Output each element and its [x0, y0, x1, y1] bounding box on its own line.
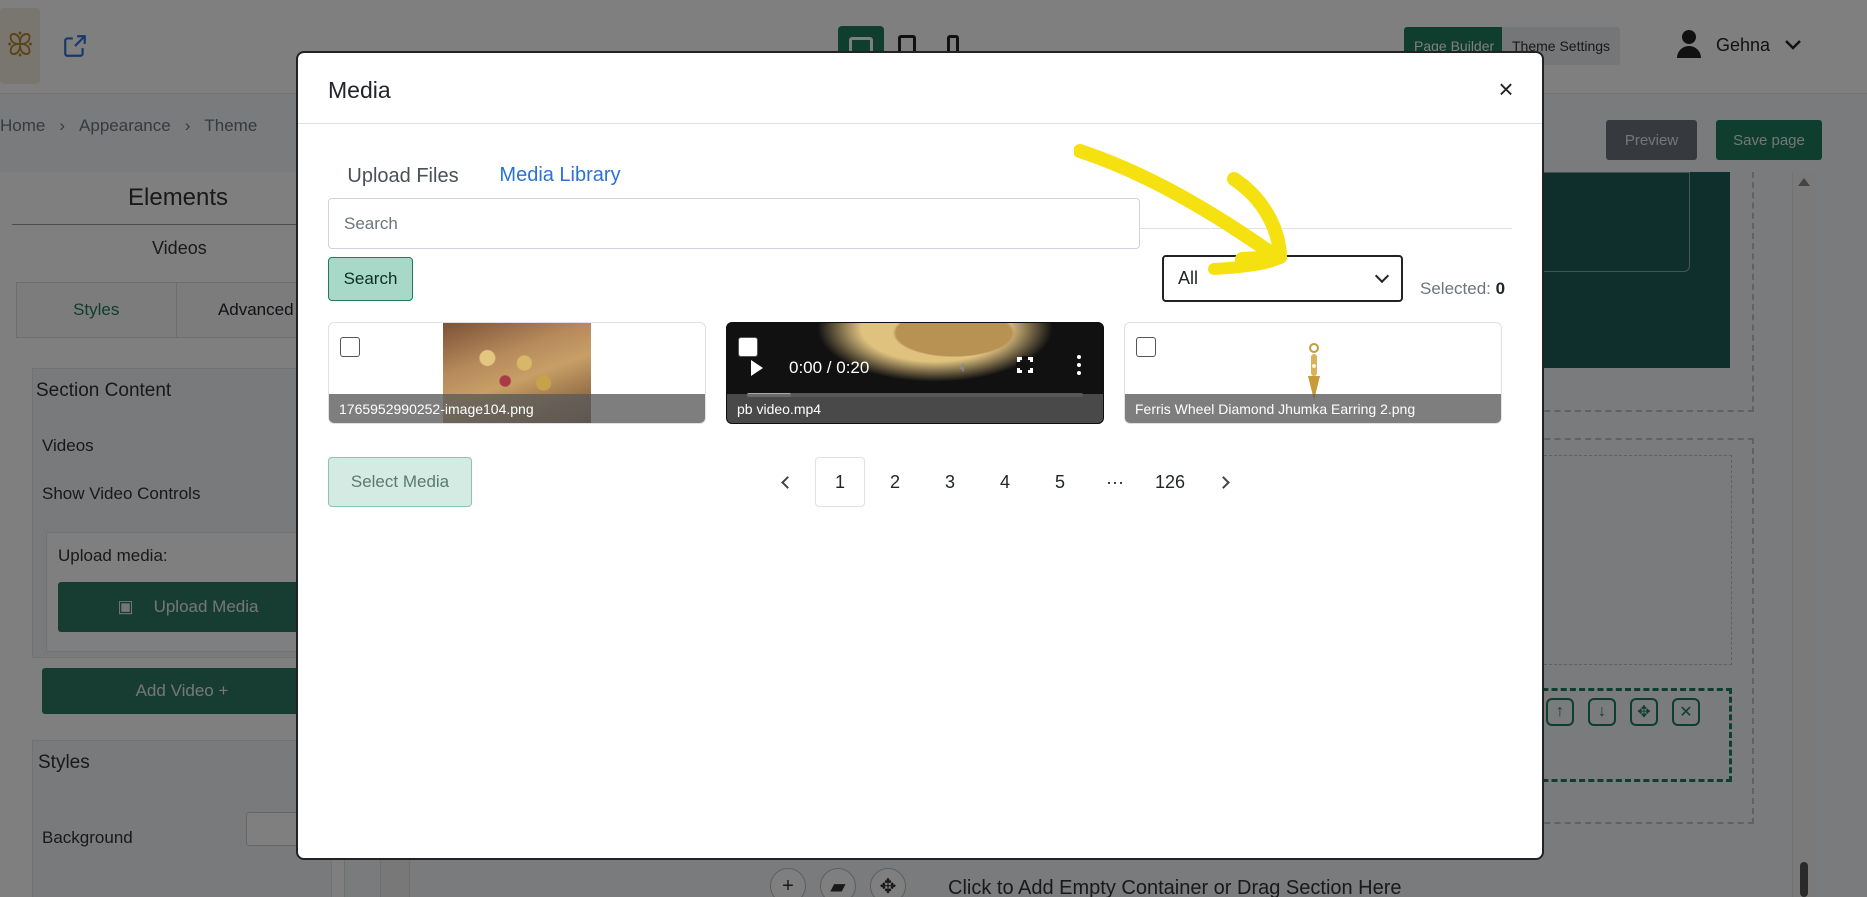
page-2-button[interactable]: 2 — [870, 457, 920, 507]
page-3-button[interactable]: 3 — [925, 457, 975, 507]
media-item[interactable]: Ferris Wheel Diamond Jhumka Earring 2.pn… — [1124, 322, 1502, 424]
media-item-name: pb video.mp4 — [727, 394, 1103, 423]
media-type-select[interactable]: All — [1162, 255, 1403, 302]
pagination: 1 2 3 4 5 ··· 126 — [760, 457, 1255, 507]
media-grid: 1765952990252-image104.png 0:00 / 0:20 🔈… — [328, 322, 1512, 424]
page-4-button[interactable]: 4 — [980, 457, 1030, 507]
media-item-checkbox[interactable] — [1136, 337, 1156, 357]
search-input[interactable] — [328, 198, 1140, 249]
media-item[interactable]: 1765952990252-image104.png — [328, 322, 706, 424]
close-icon[interactable]: × — [1486, 69, 1526, 109]
selected-count: Selected: 0 — [1420, 279, 1505, 299]
media-item-name: Ferris Wheel Diamond Jhumka Earring 2.pn… — [1125, 394, 1501, 423]
selected-label: Selected: — [1420, 279, 1491, 298]
play-icon[interactable] — [751, 360, 763, 376]
chevron-down-icon — [1374, 268, 1390, 283]
page-1-button[interactable]: 1 — [815, 457, 865, 507]
pagination-ellipsis[interactable]: ··· — [1090, 457, 1140, 507]
next-page-button[interactable] — [1200, 457, 1250, 507]
media-item-name: 1765952990252-image104.png — [329, 394, 705, 423]
media-modal: Media × Upload Files Media Library Searc… — [296, 51, 1544, 860]
divider — [298, 123, 1542, 124]
video-controls: 0:00 / 0:20 🔈︎ — [747, 343, 1087, 393]
last-page-button[interactable]: 126 — [1145, 457, 1195, 507]
page-5-button[interactable]: 5 — [1035, 457, 1085, 507]
selected-count-value: 0 — [1495, 279, 1506, 298]
more-options-icon[interactable] — [1077, 355, 1081, 375]
chevron-left-icon — [780, 475, 794, 489]
select-media-button[interactable]: Select Media — [328, 457, 472, 507]
media-item[interactable]: 0:00 / 0:20 🔈︎ pb video.mp4 — [726, 322, 1104, 424]
fullscreen-icon[interactable] — [1016, 356, 1034, 374]
previous-page-button[interactable] — [760, 457, 810, 507]
modal-title: Media — [328, 77, 391, 103]
volume-icon[interactable]: 🔈︎ — [959, 359, 977, 376]
chevron-right-icon — [1216, 475, 1230, 489]
media-type-value: All — [1178, 268, 1199, 288]
media-item-checkbox[interactable] — [340, 337, 360, 357]
search-button[interactable]: Search — [328, 257, 413, 301]
video-time: 0:00 / 0:20 — [789, 358, 870, 377]
